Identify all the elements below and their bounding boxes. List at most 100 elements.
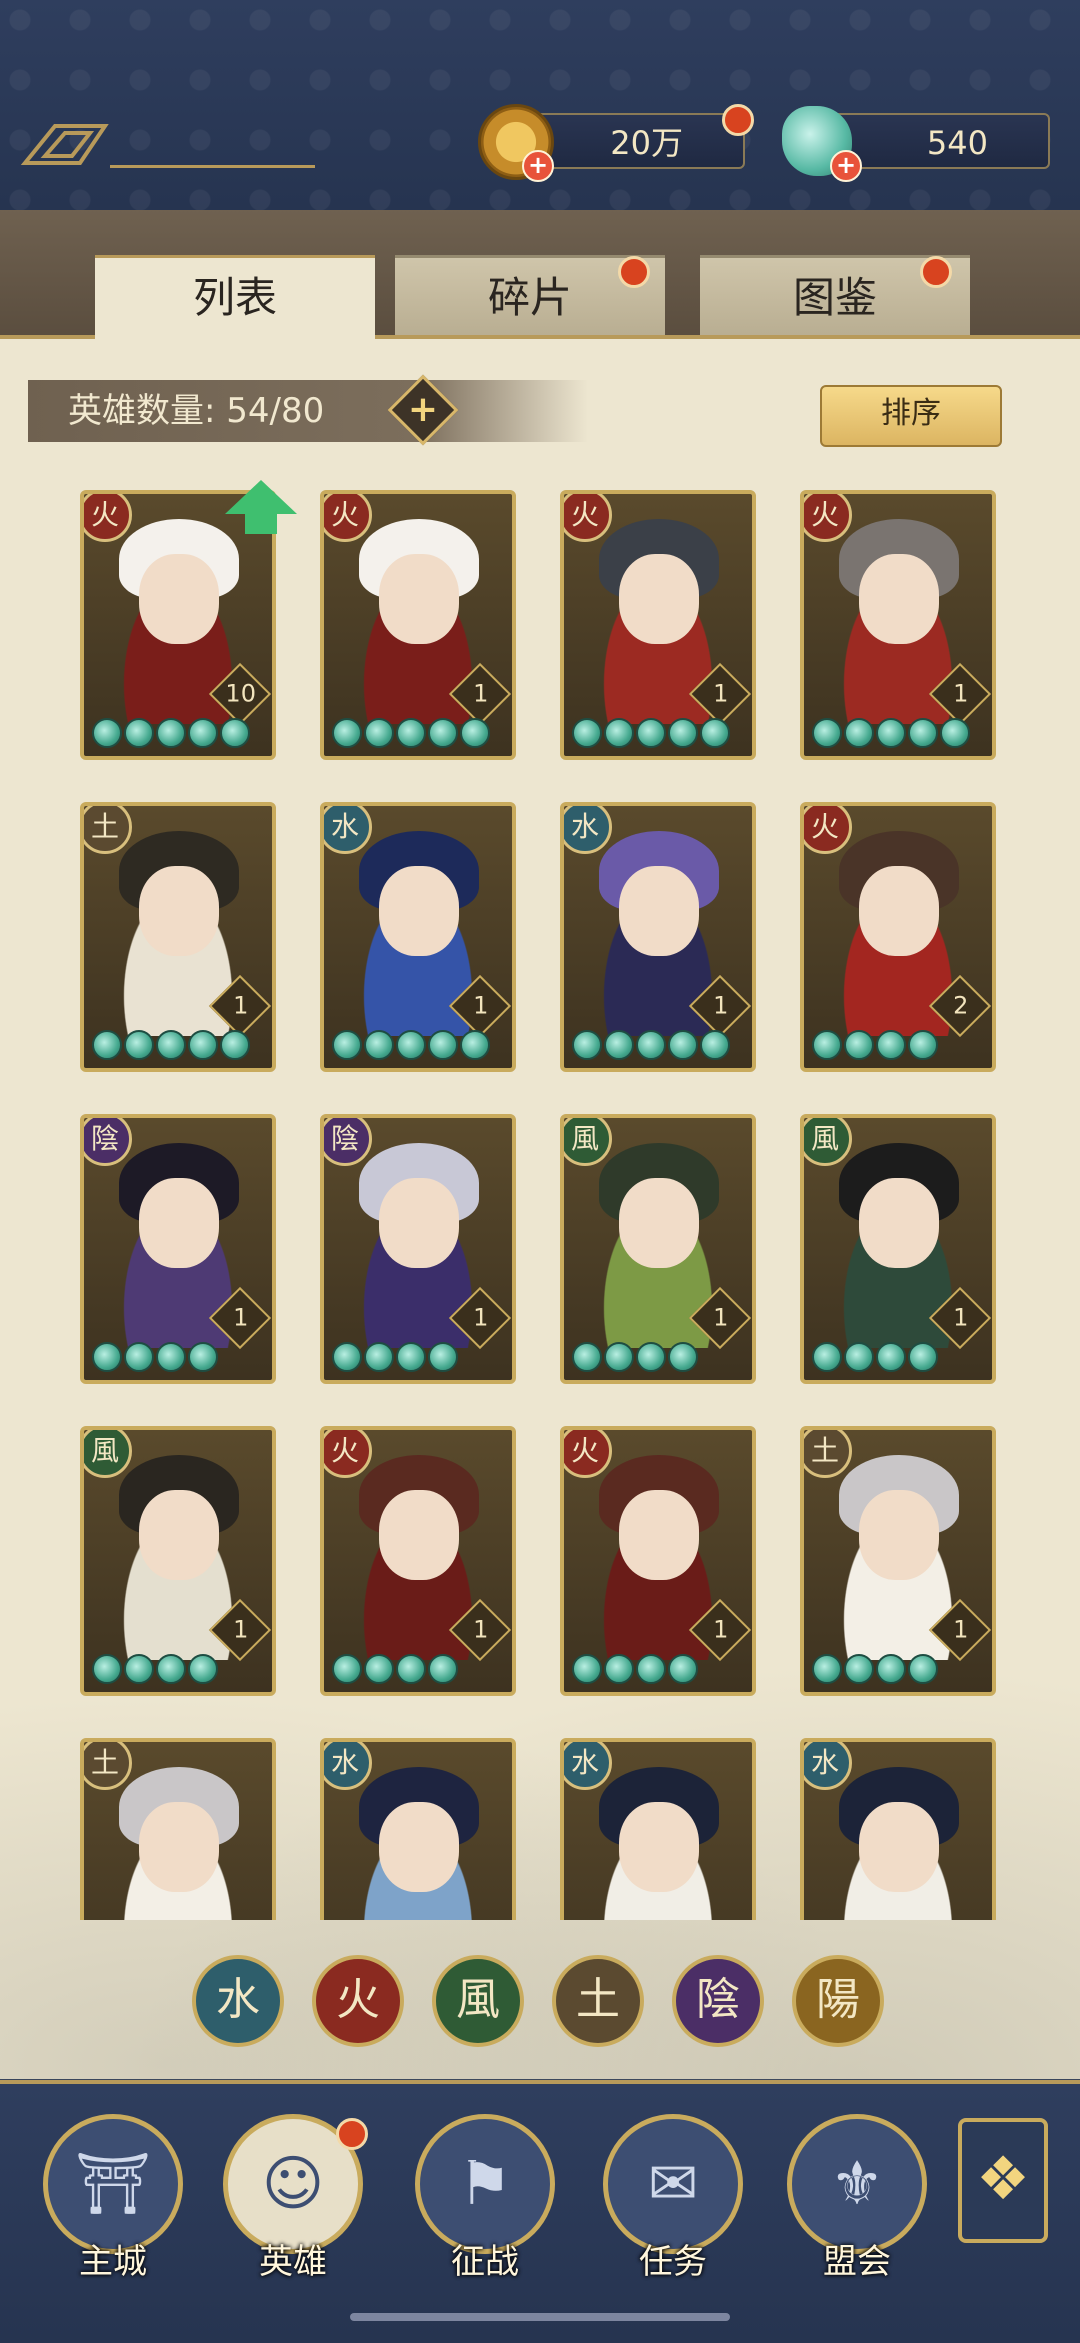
add-jade-icon[interactable]: +	[830, 150, 862, 182]
hero-card[interactable]: 風1	[800, 1114, 996, 1384]
jade-star-icon	[332, 1654, 362, 1684]
nav-button[interactable]: ⛩ 主城	[38, 2114, 188, 2294]
element-filter-button[interactable]: 土	[552, 1955, 644, 2047]
element-badge: 水	[324, 806, 372, 854]
divider	[110, 165, 315, 168]
add-copper-icon[interactable]: +	[522, 150, 554, 182]
hero-level: 10	[225, 679, 256, 708]
element-filter-button[interactable]: 陰	[672, 1955, 764, 2047]
nav-button[interactable]: ☺ 英雄	[218, 2114, 368, 2294]
sort-button[interactable]: 排序	[820, 385, 1002, 447]
nav-icon: ⚜	[830, 2149, 884, 2219]
top-bar: 20万 + 540 +	[0, 0, 1080, 214]
element-filter-button[interactable]: 火	[312, 1955, 404, 2047]
jade-star-icon	[124, 1654, 154, 1684]
hero-card[interactable]: 水	[560, 1738, 756, 1920]
jade-star-icon	[428, 1342, 458, 1372]
hero-card[interactable]: 火1	[320, 490, 516, 760]
hero-face	[139, 1802, 219, 1892]
jade-star-icon	[396, 718, 426, 748]
hero-grid: 火 10 火 1 火 1 火 1 土 1 水 1 水 1 火 2 陰 1 陰 1 風 1 風 1 風 1 火 1 火 1 土 1 土水水水	[0, 470, 1080, 1920]
jade-star-icon	[636, 1654, 666, 1684]
nav-button[interactable]: ✉ 任务	[598, 2114, 748, 2294]
hero-face	[379, 1802, 459, 1892]
hero-face	[139, 1490, 219, 1580]
hero-stars	[92, 1030, 250, 1064]
element-badge: 水	[804, 1742, 852, 1790]
nav-icon: ⚑	[458, 2149, 512, 2219]
nav-button[interactable]: ⚑ 征战	[410, 2114, 560, 2294]
element-badge: 陰	[84, 1118, 132, 1166]
hero-stars	[572, 1030, 730, 1064]
jade-star-icon	[156, 718, 186, 748]
hero-stars	[812, 1342, 938, 1376]
element-badge: 火	[84, 494, 132, 542]
tab-list[interactable]: 列表	[95, 255, 375, 345]
jade-star-icon	[636, 1342, 666, 1372]
copper-notification-dot	[722, 104, 754, 136]
element-filter-button[interactable]: 陽	[792, 1955, 884, 2047]
jade-star-icon	[332, 718, 362, 748]
hero-card[interactable]: 土1	[80, 802, 276, 1072]
element-filter-button[interactable]: 水	[192, 1955, 284, 2047]
nav-notification-dot	[336, 2118, 368, 2150]
jade-star-icon	[188, 1654, 218, 1684]
jade-star-icon	[604, 1030, 634, 1060]
hero-card[interactable]: 火1	[560, 1426, 756, 1696]
hero-card[interactable]: 陰1	[80, 1114, 276, 1384]
jade-star-icon	[332, 1030, 362, 1060]
jade-star-icon	[332, 1342, 362, 1372]
element-badge: 水	[564, 806, 612, 854]
logo-ornament-icon	[20, 124, 109, 165]
jade-star-icon	[156, 1654, 186, 1684]
element-badge: 土	[804, 1430, 852, 1478]
hero-card[interactable]: 水1	[320, 802, 516, 1072]
hero-face	[619, 1802, 699, 1892]
element-badge: 水	[324, 1742, 372, 1790]
hero-card[interactable]: 火1	[800, 490, 996, 760]
jade-amount: 540	[926, 124, 988, 162]
hero-face	[139, 1178, 219, 1268]
hero-card[interactable]: 風1	[560, 1114, 756, 1384]
upgrade-arrow-stem	[245, 512, 277, 534]
jade-star-icon	[908, 1030, 938, 1060]
hero-card[interactable]: 火1	[320, 1426, 516, 1696]
jade-star-icon	[124, 1342, 154, 1372]
plus-icon: +	[407, 389, 439, 430]
more-menu-button[interactable]: ❖	[958, 2118, 1048, 2243]
hero-face	[619, 554, 699, 644]
jade-star-icon	[156, 1342, 186, 1372]
jade-star-icon	[124, 1030, 154, 1060]
hero-level: 1	[713, 991, 729, 1020]
hero-level: 2	[953, 991, 969, 1020]
hero-card[interactable]: 水1	[560, 802, 756, 1072]
hero-card[interactable]: 土	[80, 1738, 276, 1920]
hero-level: 1	[713, 679, 729, 708]
hero-card[interactable]: 陰1	[320, 1114, 516, 1384]
nav-button[interactable]: ⚜ 盟会	[782, 2114, 932, 2294]
upgrade-arrow-icon	[225, 480, 297, 514]
hero-card[interactable]: 火1	[560, 490, 756, 760]
jade-star-icon	[668, 718, 698, 748]
hero-level: 1	[473, 991, 489, 1020]
hero-card[interactable]: 火2	[800, 802, 996, 1072]
jade-star-icon	[572, 1030, 602, 1060]
hero-card[interactable]: 風1	[80, 1426, 276, 1696]
hero-card[interactable]: 水	[800, 1738, 996, 1920]
hero-card[interactable]: 土1	[800, 1426, 996, 1696]
element-filter-button[interactable]: 風	[432, 1955, 524, 2047]
hero-stars	[572, 718, 730, 752]
hero-card[interactable]: 水	[320, 1738, 516, 1920]
hero-stars	[92, 718, 250, 752]
hero-face	[379, 1490, 459, 1580]
nav-icon: ⛩	[74, 2149, 152, 2219]
hero-face	[379, 554, 459, 644]
hero-stars	[572, 1342, 698, 1376]
jade-star-icon	[940, 718, 970, 748]
element-badge: 風	[804, 1118, 852, 1166]
element-badge: 火	[804, 806, 852, 854]
nav-label: 英雄	[259, 2242, 327, 2282]
hero-level: 1	[233, 991, 249, 1020]
jade-star-icon	[668, 1342, 698, 1372]
jade-star-icon	[220, 1030, 250, 1060]
